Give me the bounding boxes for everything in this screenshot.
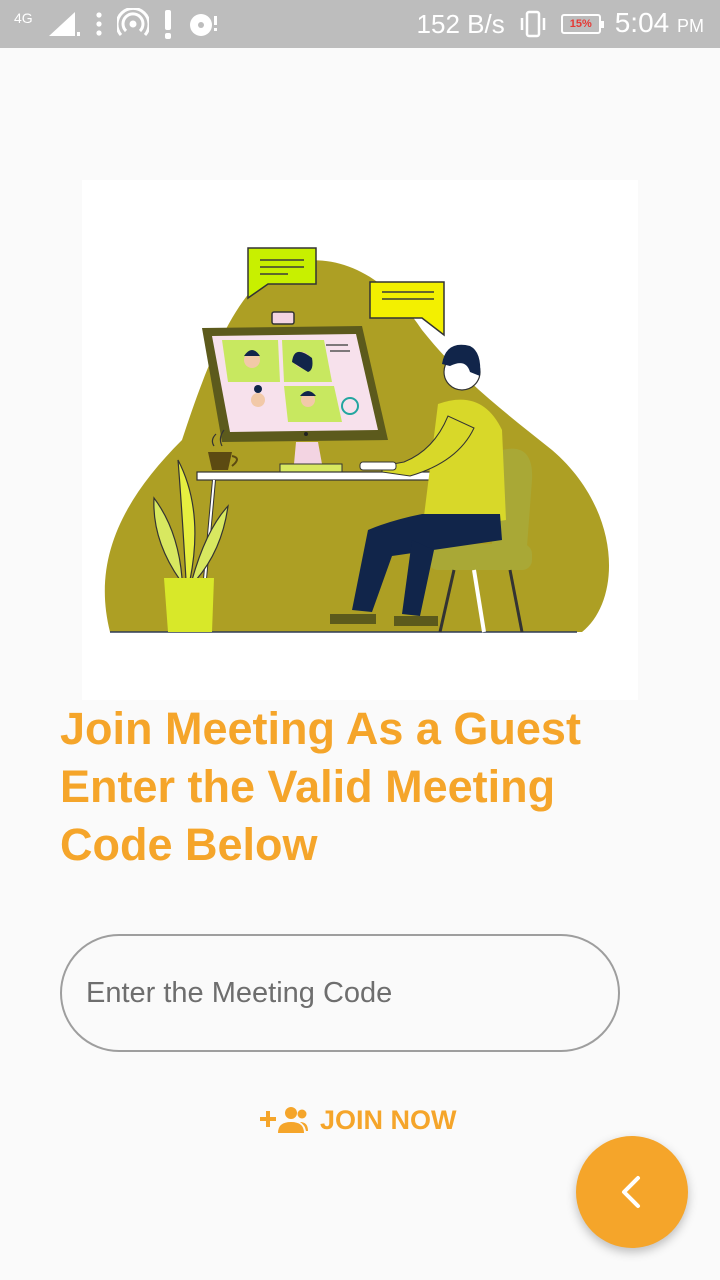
network-type-label: 4G <box>14 10 33 26</box>
network-speed: 152 B/s <box>416 9 505 39</box>
join-now-label: JOIN NOW <box>320 1104 457 1135</box>
chevron-left-icon <box>622 1176 640 1208</box>
battery-icon: 15% <box>560 14 604 34</box>
status-bar: 4G 152 B/s 15% 5:04 PM <box>0 0 720 48</box>
status-bar-left: 4G <box>14 0 219 48</box>
vibrate-icon <box>520 10 545 38</box>
back-fab-button[interactable] <box>576 1136 688 1248</box>
more-icon <box>96 12 102 36</box>
status-bar-right: 152 B/s 15% 5:04 PM <box>417 0 704 48</box>
battery-level: 15% <box>569 18 592 30</box>
clock: 5:04 PM <box>615 0 704 50</box>
meeting-code-input[interactable] <box>60 934 620 1052</box>
join-now-button[interactable]: JOIN NOW <box>250 1094 465 1146</box>
alert-icon <box>164 10 171 39</box>
clock-ampm: PM <box>677 15 704 36</box>
video-call-illustration <box>104 247 610 633</box>
add-group-icon <box>260 1107 308 1133</box>
page-title: Join Meeting As a Guest Enter the Valid … <box>60 703 581 870</box>
hotspot-icon <box>116 8 149 36</box>
clock-time: 5:04 <box>614 6 670 38</box>
signal-icon <box>48 12 80 36</box>
meeting-illustration <box>82 180 638 700</box>
disc-icon <box>189 14 217 36</box>
